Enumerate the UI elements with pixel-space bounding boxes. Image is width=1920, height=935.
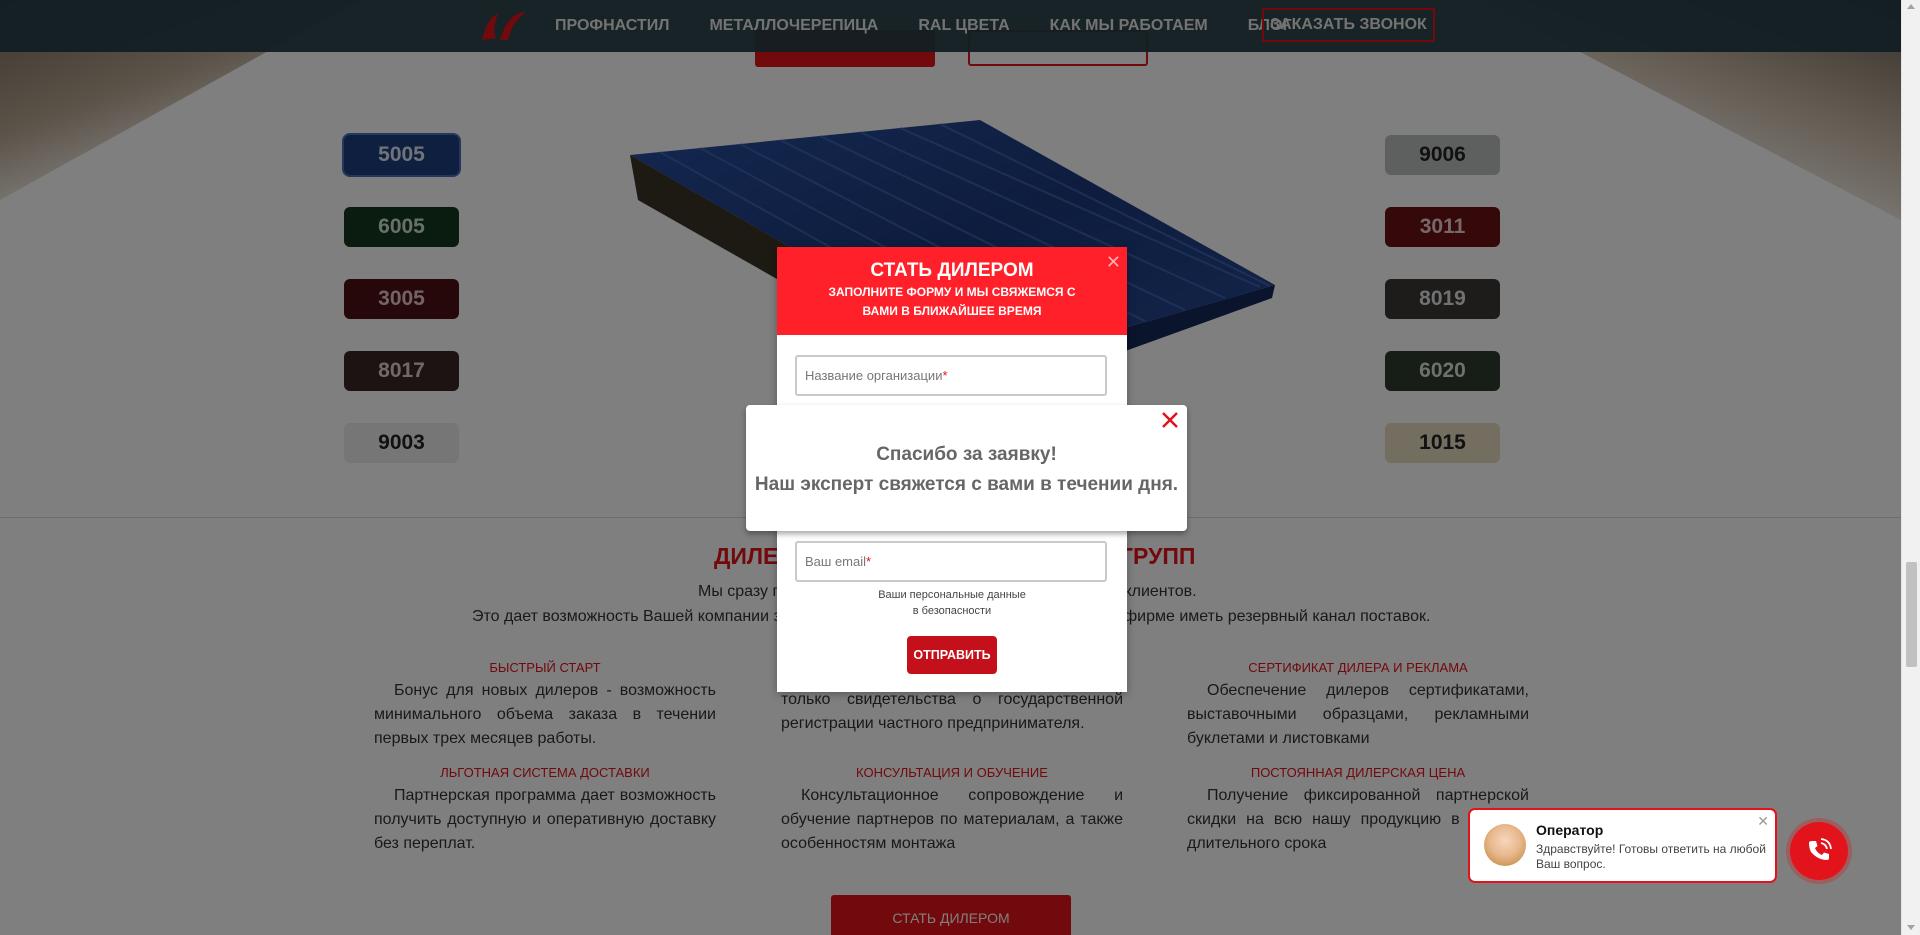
operator-message: Здравствуйте! Готовы ответить на любой В… (1536, 842, 1766, 871)
privacy-note: Ваши персональные данные в безопасности (777, 587, 1127, 619)
organization-name-field[interactable]: Название организации * (795, 355, 1107, 396)
field-placeholder: Ваш email (805, 554, 867, 569)
form-header: СТАТЬ ДИЛЕРОМ ЗАПОЛНИТЕ ФОРМУ И МЫ СВЯЖЕ… (777, 247, 1127, 335)
thank-you-message: Наш эксперт свяжется с вами в течении дн… (754, 474, 1179, 495)
operator-avatar (1484, 824, 1526, 866)
scroll-down-arrow-icon[interactable] (1907, 925, 1915, 930)
callback-phone-button[interactable] (1790, 822, 1848, 880)
field-placeholder: Название организации (805, 368, 943, 383)
email-field[interactable]: Ваш email * (795, 541, 1107, 582)
scroll-up-arrow-icon[interactable] (1907, 4, 1915, 9)
close-icon[interactable]: ✕ (1757, 813, 1769, 830)
required-mark: * (866, 554, 872, 569)
privacy-note-line-2: в безопасности (912, 605, 992, 617)
privacy-note-line-1: Ваши персональные данные (878, 589, 1026, 601)
form-title: СТАТЬ ДИЛЕРОМ (870, 260, 1034, 281)
submit-button[interactable]: ОТПРАВИТЬ (907, 636, 997, 674)
operator-chat-widget[interactable]: Оператор Здравствуйте! Готовы ответить н… (1468, 808, 1777, 883)
operator-name: Оператор (1536, 822, 1604, 838)
page-scrollbar[interactable] (1901, 0, 1920, 935)
scrollbar-thumb[interactable] (1906, 562, 1917, 667)
close-icon[interactable] (1159, 409, 1181, 431)
thank-you-popup: Спасибо за заявку! Наш эксперт свяжется … (746, 405, 1187, 531)
required-mark: * (942, 368, 948, 383)
thank-you-title: Спасибо за заявку! (876, 444, 1057, 465)
form-subtitle: ЗАПОЛНИТЕ ФОРМУ И МЫ СВЯЖЕМСЯ С ВАМИ В Б… (828, 285, 1076, 318)
close-icon[interactable]: ✕ (1106, 253, 1121, 271)
phone-icon (1809, 838, 1832, 860)
